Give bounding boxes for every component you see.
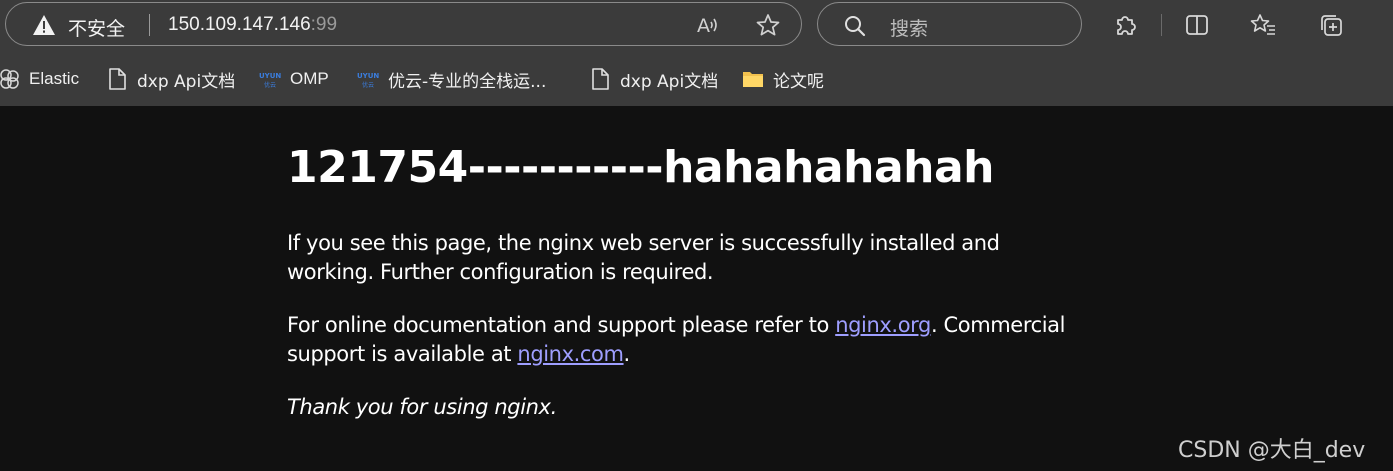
star-icon[interactable] [755,13,781,37]
nginx-com-link[interactable]: nginx.com [517,342,624,366]
address-divider [149,14,150,36]
bookmark-label: Elastic [29,69,80,88]
bookmark-label: 论文呢 [773,71,824,92]
address-bar[interactable]: 不安全 150.109.147.146:99 A [5,2,802,46]
nginx-org-link[interactable]: nginx.org [835,313,931,337]
page-icon [109,68,126,90]
folder-icon [743,72,763,87]
bookmark-label: 优云-专业的全栈运... [388,71,547,92]
uyun-icon: UYUN 优云 [259,72,281,89]
search-placeholder: 搜索 [890,18,929,40]
url-host: 150.109.147.146 [168,14,311,35]
page-icon [592,68,609,90]
support-paragraph: For online documentation and support ple… [287,311,1067,369]
favorites-list-icon[interactable] [1250,12,1276,38]
svg-text:优云: 优云 [264,81,276,89]
thank-you-text: Thank you for using nginx. [287,395,557,419]
collections-icon[interactable] [1318,12,1344,38]
svg-text:A: A [697,15,710,37]
browser-toolbar: 不安全 150.109.147.146:99 A 搜索 [0,0,1393,52]
security-status-label[interactable]: 不安全 [68,14,125,41]
bookmark-elastic[interactable]: Elastic [0,65,79,93]
bookmarks-bar: Elastic dxp Api文档 UYUN 优云 OMP UYUN 优云 优云… [0,52,1393,106]
toolbar-divider [1161,14,1162,36]
split-screen-icon[interactable] [1184,12,1210,38]
bookmark-label: dxp Api文档 [137,71,236,92]
elastic-icon [0,69,19,89]
intro-paragraph: If you see this page, the nginx web serv… [287,231,1000,284]
bookmark-dxp-api-doc[interactable]: dxp Api文档 [106,65,235,93]
bookmark-uyun[interactable]: UYUN 优云 优云-专业的全栈运... [357,65,546,93]
warning-triangle-icon[interactable] [32,14,56,36]
support-text-suffix: . [623,342,631,366]
bookmark-label: dxp Api文档 [620,71,719,92]
csdn-watermark: CSDN @大白_dev [1178,438,1366,463]
page-title: 121754-----------hahahahahah [287,142,994,193]
svg-text:UYUN: UYUN [357,72,379,80]
svg-text:优云: 优云 [362,81,374,89]
puzzle-icon[interactable] [1112,12,1138,38]
bookmark-label: OMP [290,69,329,88]
url-port: :99 [310,14,338,35]
search-icon [845,16,866,37]
search-box[interactable]: 搜索 [817,2,1082,46]
svg-text:UYUN: UYUN [259,72,281,80]
support-text-prefix: For online documentation and support ple… [287,313,836,337]
bookmark-omp[interactable]: UYUN 优云 OMP [259,65,329,93]
bookmark-dxp-api-doc-2[interactable]: dxp Api文档 [589,65,718,93]
read-aloud-icon[interactable]: A [696,13,722,37]
url-text[interactable]: 150.109.147.146:99 [168,14,337,36]
bookmark-folder-papers[interactable]: 论文呢 [742,65,824,93]
uyun-icon: UYUN 优云 [357,72,379,89]
